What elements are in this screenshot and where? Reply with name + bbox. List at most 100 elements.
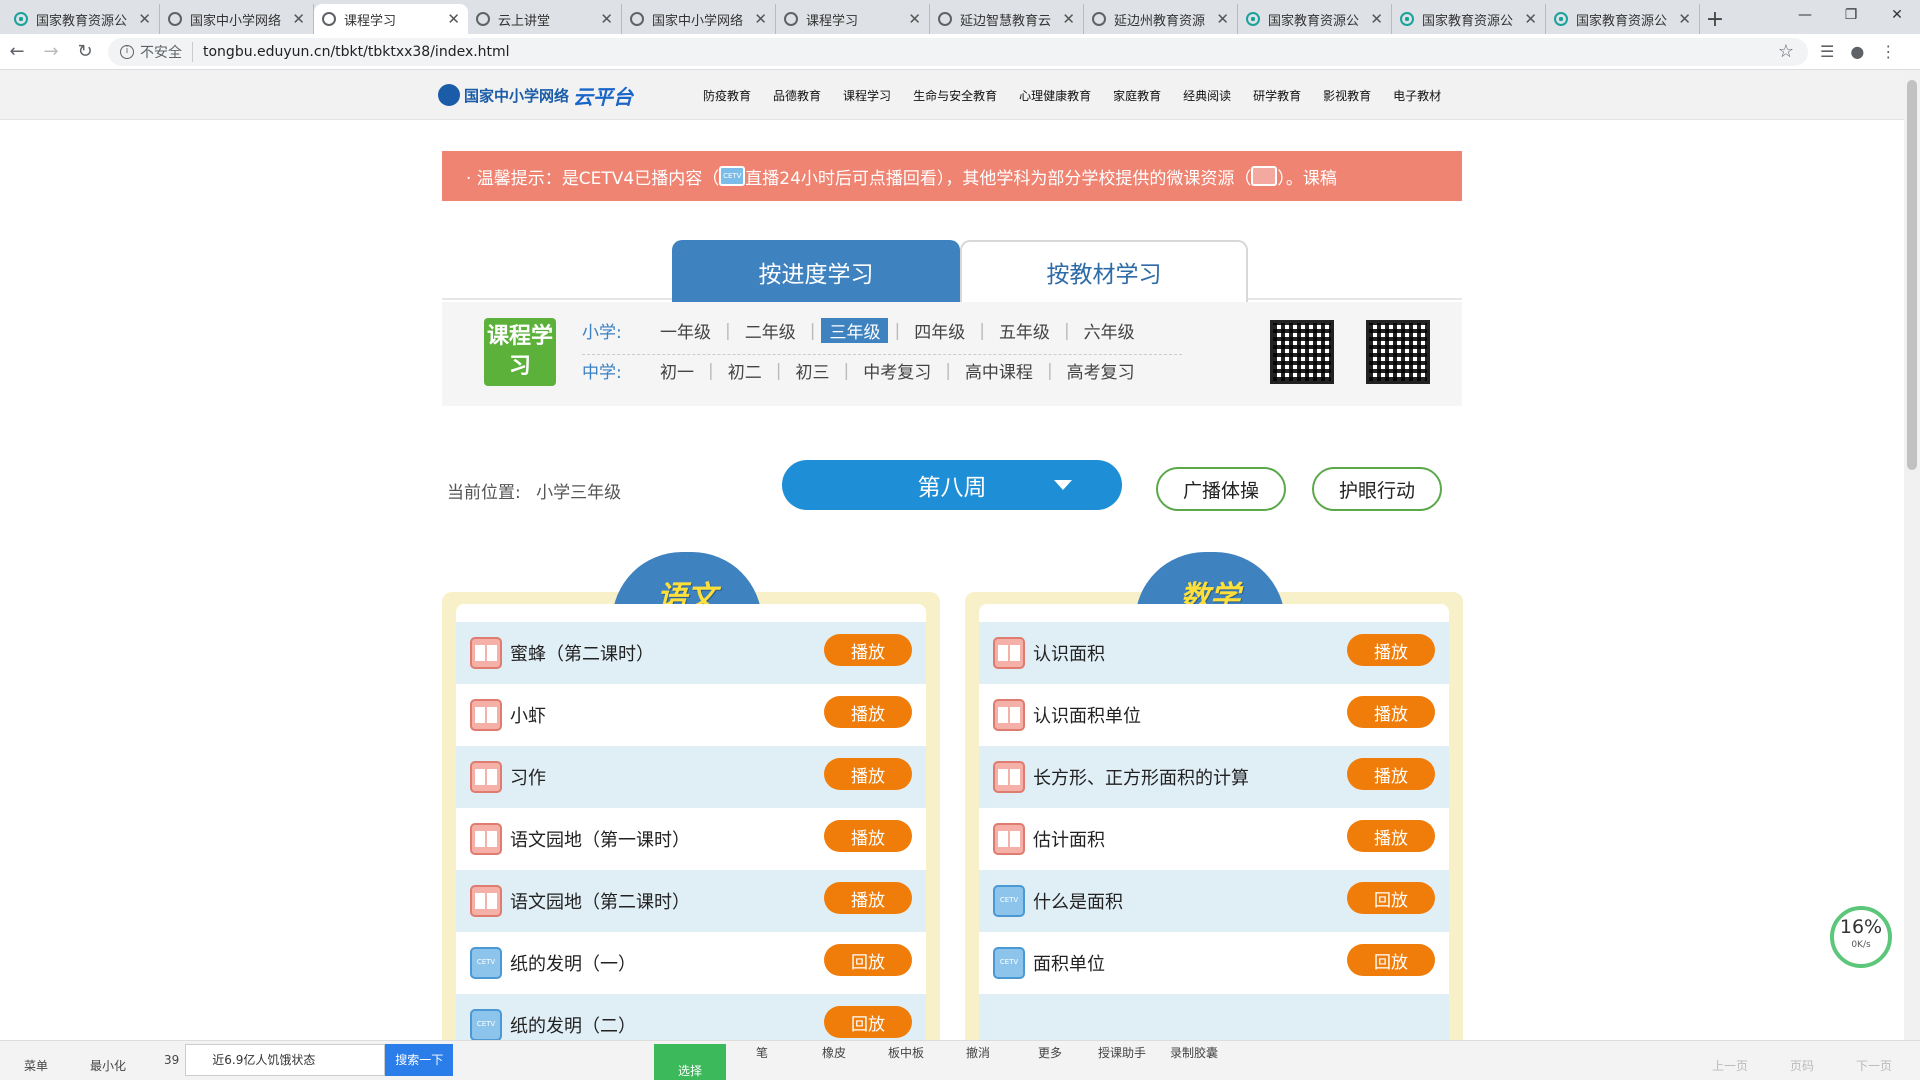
scrollbar-thumb[interactable]	[1907, 80, 1917, 470]
grade-link[interactable]: 初三	[787, 358, 837, 383]
nav-item[interactable]: 家庭教育	[1113, 87, 1161, 104]
tool-button[interactable]: 授课助手	[1086, 1044, 1158, 1080]
info-icon[interactable]: i	[120, 44, 134, 59]
play-button[interactable]: 播放	[1347, 758, 1435, 790]
lesson-row[interactable]: 估计面积 播放	[979, 808, 1449, 870]
tab-by-textbook[interactable]: 按教材学习	[960, 240, 1248, 302]
page-nav-button[interactable]: 页码	[1766, 1057, 1838, 1080]
tool-button[interactable]: 橡皮	[798, 1044, 870, 1080]
grade-link[interactable]: 高考复习	[1059, 358, 1143, 383]
lesson-title[interactable]: 估计面积	[1033, 826, 1105, 852]
lesson-title[interactable]: 小虾	[510, 702, 546, 728]
tool-button[interactable]: 更多	[1014, 1044, 1086, 1080]
browser-tab[interactable]: 国家教育资源公 ✕	[6, 4, 160, 34]
page-nav-button[interactable]: 下一页	[1838, 1057, 1910, 1080]
page-scrollbar[interactable]	[1904, 70, 1920, 1040]
close-tab-icon[interactable]: ✕	[600, 10, 613, 28]
browser-tab[interactable]: 延边智慧教育云 ✕	[930, 4, 1084, 34]
replay-button[interactable]: 回放	[824, 1006, 912, 1038]
close-tab-icon[interactable]: ✕	[292, 10, 305, 28]
week-dropdown[interactable]: 第八周	[782, 460, 1122, 510]
close-tab-icon[interactable]: ✕	[1524, 10, 1537, 28]
close-tab-icon[interactable]: ✕	[754, 10, 767, 28]
tool-button[interactable]: 板中板	[870, 1044, 942, 1080]
lesson-title[interactable]: 什么是面积	[1033, 888, 1123, 914]
lesson-row[interactable]: CETV 面积单位 回放	[979, 932, 1449, 994]
browser-tab[interactable]: 国家教育资源公 ✕	[1238, 4, 1392, 34]
lesson-title[interactable]: 纸的发明（一）	[510, 950, 636, 976]
nav-item[interactable]: 品德教育	[773, 87, 821, 104]
tool-button[interactable]: 撤消	[942, 1044, 1014, 1080]
browser-tab[interactable]: 国家教育资源公 ✕	[1392, 4, 1546, 34]
lesson-row[interactable]: 认识面积 播放	[979, 622, 1449, 684]
nav-item[interactable]: 经典阅读	[1183, 87, 1231, 104]
profile-avatar-icon[interactable]: ●	[1850, 42, 1864, 61]
reading-list-icon[interactable]: ☰	[1820, 42, 1834, 61]
lesson-row[interactable]: 长方形、正方形面积的计算 播放	[979, 746, 1449, 808]
play-button[interactable]: 播放	[824, 882, 912, 914]
grade-link[interactable]: 四年级	[906, 318, 973, 343]
grade-link[interactable]: 五年级	[991, 318, 1058, 343]
minimize-button[interactable]: 最小化	[72, 1057, 144, 1080]
lesson-title[interactable]: 蜜蜂（第二课时）	[510, 640, 654, 666]
grade-link[interactable]: 一年级	[652, 318, 719, 343]
grade-link[interactable]: 三年级	[821, 318, 889, 343]
lesson-title[interactable]: 语文园地（第一课时）	[510, 826, 690, 852]
lesson-row[interactable]: CETV 纸的发明（一） 回放	[456, 932, 926, 994]
lesson-row[interactable]: 语文园地（第二课时） 播放	[456, 870, 926, 932]
play-button[interactable]: 播放	[824, 820, 912, 852]
grade-link[interactable]: 高中课程	[957, 358, 1041, 383]
broadcast-exercise-button[interactable]: 广播体操	[1156, 467, 1286, 511]
browser-tab[interactable]: 国家中小学网络 ✕	[622, 4, 776, 34]
browser-tab[interactable]: 国家教育资源公 ✕	[1546, 4, 1700, 34]
more-menu-icon[interactable]: ⋮	[1880, 42, 1896, 61]
lesson-title[interactable]: 认识面积单位	[1033, 702, 1141, 728]
replay-button[interactable]: 回放	[1347, 882, 1435, 914]
close-tab-icon[interactable]: ✕	[447, 10, 460, 28]
browser-tab[interactable]: 云上讲堂 ✕	[468, 4, 622, 34]
close-tab-icon[interactable]: ✕	[1370, 10, 1383, 28]
grade-link[interactable]: 二年级	[737, 318, 804, 343]
restore-window-icon[interactable]: ❐	[1828, 0, 1874, 30]
browser-tab[interactable]: 课程学习 ✕	[776, 4, 930, 34]
lesson-title[interactable]: 长方形、正方形面积的计算	[1033, 764, 1249, 790]
lesson-title[interactable]: 面积单位	[1033, 950, 1105, 976]
nav-item[interactable]: 影视教育	[1323, 87, 1371, 104]
play-button[interactable]: 播放	[824, 758, 912, 790]
lesson-row[interactable]: CETV 什么是面积 回放	[979, 870, 1449, 932]
play-button[interactable]: 播放	[1347, 696, 1435, 728]
browser-tab[interactable]: 课程学习 ✕	[314, 4, 468, 34]
lesson-row[interactable]: 小虾 播放	[456, 684, 926, 746]
nav-item[interactable]: 防疫教育	[703, 87, 751, 104]
lesson-title[interactable]: 纸的发明（二）	[510, 1012, 636, 1038]
replay-button[interactable]: 回放	[824, 944, 912, 976]
grade-link[interactable]: 中考复习	[855, 358, 939, 383]
url-text[interactable]: tongbu.eduyun.cn/tbkt/tbktxx38/index.htm…	[203, 44, 510, 60]
menu-button[interactable]: 菜单	[0, 1057, 72, 1080]
close-tab-icon[interactable]: ✕	[1216, 10, 1229, 28]
close-tab-icon[interactable]: ✕	[1678, 10, 1691, 28]
site-logo[interactable]: 国家中小学网络 云平台	[438, 81, 633, 110]
play-button[interactable]: 播放	[1347, 634, 1435, 666]
lesson-row[interactable]: 认识面积单位 播放	[979, 684, 1449, 746]
nav-item[interactable]: 研学教育	[1253, 87, 1301, 104]
tab-by-progress[interactable]: 按进度学习	[672, 240, 960, 302]
lesson-row[interactable]: 习作 播放	[456, 746, 926, 808]
grade-link[interactable]: 初一	[652, 358, 702, 383]
search-button[interactable]: 搜索一下	[385, 1044, 454, 1076]
nav-item[interactable]: 课程学习	[843, 87, 891, 104]
close-tab-icon[interactable]: ✕	[1062, 10, 1075, 28]
grade-link[interactable]: 初二	[720, 358, 770, 383]
minimize-window-icon[interactable]: —	[1782, 0, 1828, 30]
tool-button[interactable]: 录制胶囊	[1158, 1044, 1230, 1080]
nav-item[interactable]: 心理健康教育	[1019, 87, 1091, 104]
tool-button[interactable]: 笔	[726, 1044, 798, 1080]
lesson-row[interactable]: 语文园地（第一课时） 播放	[456, 808, 926, 870]
tool-button[interactable]: 选择	[654, 1044, 726, 1080]
close-tab-icon[interactable]: ✕	[138, 10, 151, 28]
lesson-row[interactable]: 蜜蜂（第二课时） 播放	[456, 622, 926, 684]
browser-tab[interactable]: 延边州教育资源 ✕	[1084, 4, 1238, 34]
lesson-title[interactable]: 语文园地（第二课时）	[510, 888, 690, 914]
lesson-row[interactable]: CETV 纸的发明（二） 回放	[456, 994, 926, 1040]
eye-care-button[interactable]: 护眼行动	[1312, 467, 1442, 511]
